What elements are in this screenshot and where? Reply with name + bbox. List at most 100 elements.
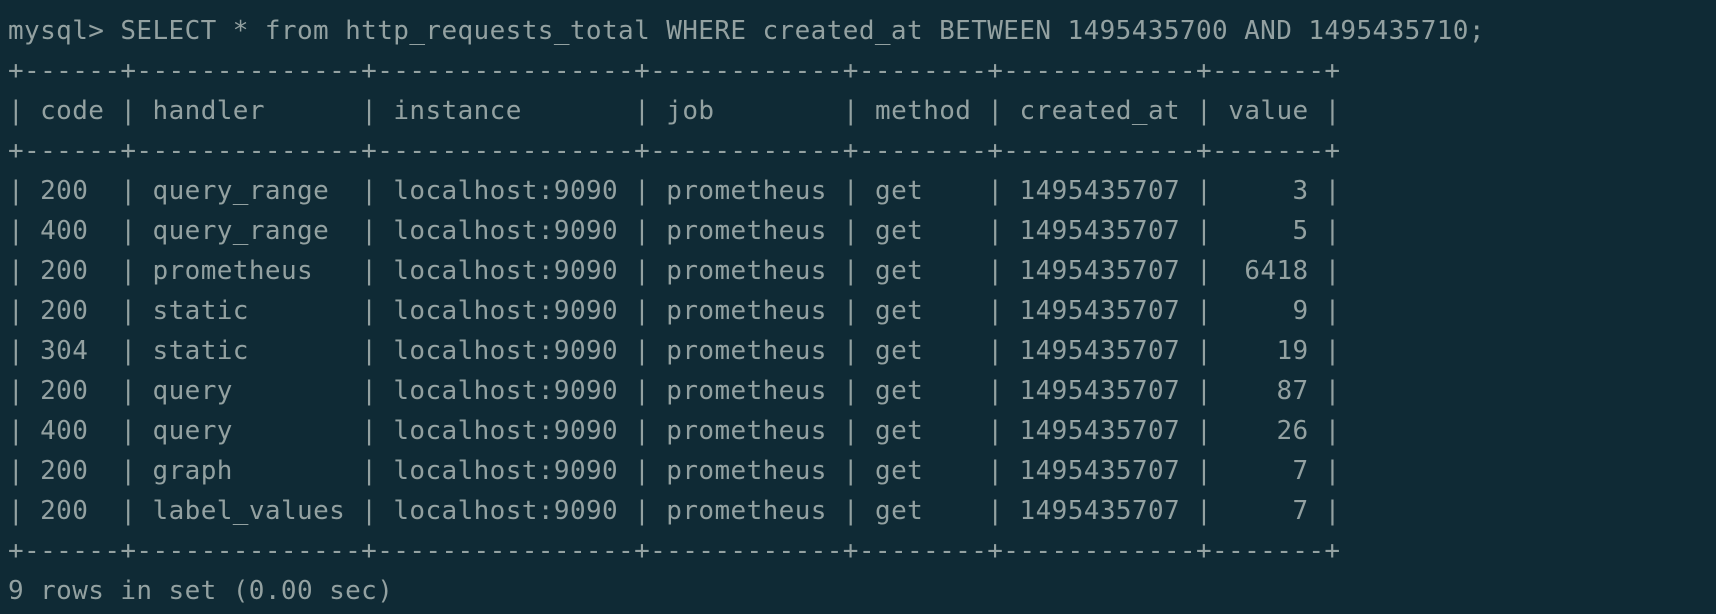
sql-command: SELECT * from http_requests_total WHERE … [120, 16, 1485, 46]
cell-created-at: 1495435707 [1019, 296, 1181, 326]
column-separator: | [1196, 216, 1213, 246]
cell-handler: query [152, 376, 346, 406]
cell-method: get [875, 456, 972, 486]
column-separator: | [1196, 96, 1213, 126]
column-separator: | [120, 416, 137, 446]
column-separator: | [634, 416, 651, 446]
column-separator: | [120, 496, 137, 526]
cell-code: 200 [40, 496, 105, 526]
cell-created-at: 1495435707 [1019, 456, 1181, 486]
table-bottom-border: +------+--------------+----------------+… [8, 536, 1341, 566]
cell-handler: query_range [152, 176, 346, 206]
table-row: | 200 | label_values | localhost:9090 | … [8, 491, 1708, 531]
cell-instance: localhost:9090 [393, 256, 619, 286]
column-separator: | [361, 456, 378, 486]
terminal-output[interactable]: mysql> SELECT * from http_requests_total… [8, 11, 1708, 607]
table-row: | 200 | query | localhost:9090 | prometh… [8, 371, 1708, 411]
cell-job: prometheus [666, 176, 827, 206]
column-separator: | [8, 336, 25, 366]
column-separator: | [1324, 176, 1341, 206]
cell-value: 5 [1228, 216, 1309, 246]
header-cell-method: method [875, 96, 972, 126]
column-separator: | [842, 456, 859, 486]
table-row: | 200 | query_range | localhost:9090 | p… [8, 171, 1708, 211]
cell-created-at: 1495435707 [1019, 376, 1181, 406]
column-separator: | [1196, 176, 1213, 206]
column-separator: | [842, 256, 859, 286]
column-separator: | [842, 496, 859, 526]
column-separator: | [361, 176, 378, 206]
column-separator: | [1324, 296, 1341, 326]
cell-handler: static [152, 296, 346, 326]
cell-created-at: 1495435707 [1019, 256, 1181, 286]
cell-created-at: 1495435707 [1019, 496, 1181, 526]
cell-created-at: 1495435707 [1019, 416, 1181, 446]
column-separator: | [987, 336, 1004, 366]
column-separator: | [987, 496, 1004, 526]
column-separator: | [634, 296, 651, 326]
column-separator: | [120, 96, 137, 126]
column-separator: | [842, 296, 859, 326]
column-separator: | [842, 216, 859, 246]
column-separator: | [1324, 216, 1341, 246]
cell-code: 200 [40, 456, 105, 486]
cell-instance: localhost:9090 [393, 296, 619, 326]
cell-handler: prometheus [152, 256, 346, 286]
cell-value: 87 [1228, 376, 1309, 406]
cell-code: 400 [40, 416, 105, 446]
cell-method: get [875, 296, 972, 326]
cell-handler: query [152, 416, 346, 446]
column-separator: | [987, 216, 1004, 246]
table-body: | 200 | query_range | localhost:9090 | p… [8, 171, 1708, 531]
column-separator: | [1196, 456, 1213, 486]
column-separator: | [842, 376, 859, 406]
column-separator: | [120, 256, 137, 286]
column-separator: | [1324, 496, 1341, 526]
cell-code: 400 [40, 216, 105, 246]
cell-code: 200 [40, 296, 105, 326]
column-separator: | [8, 256, 25, 286]
header-cell-instance: instance [393, 96, 619, 126]
cell-code: 200 [40, 176, 105, 206]
cell-instance: localhost:9090 [393, 376, 619, 406]
column-separator: | [1196, 336, 1213, 366]
header-cell-value: value [1228, 96, 1309, 126]
column-separator: | [1196, 256, 1213, 286]
cell-value: 26 [1228, 416, 1309, 446]
column-separator: | [1324, 256, 1341, 286]
cell-handler: query_range [152, 216, 346, 246]
table-row: | 200 | graph | localhost:9090 | prometh… [8, 451, 1708, 491]
column-separator: | [842, 416, 859, 446]
column-separator: | [120, 216, 137, 246]
column-separator: | [1324, 96, 1341, 126]
column-separator: | [1196, 416, 1213, 446]
cell-instance: localhost:9090 [393, 336, 619, 366]
column-separator: | [1196, 496, 1213, 526]
cell-job: prometheus [666, 256, 827, 286]
column-separator: | [842, 336, 859, 366]
column-separator: | [1324, 376, 1341, 406]
column-separator: | [120, 376, 137, 406]
column-separator: | [1324, 416, 1341, 446]
cell-code: 200 [40, 256, 105, 286]
cell-value: 7 [1228, 456, 1309, 486]
cell-code: 200 [40, 376, 105, 406]
table-header: | code | handler | instance | job | meth… [8, 91, 1708, 131]
column-separator: | [1324, 456, 1341, 486]
column-separator: | [987, 376, 1004, 406]
column-separator: | [120, 456, 137, 486]
header-cell-job: job [666, 96, 827, 126]
column-separator: | [634, 376, 651, 406]
table-row: | 400 | query_range | localhost:9090 | p… [8, 211, 1708, 251]
header-cell-handler: handler [152, 96, 346, 126]
column-separator: | [361, 496, 378, 526]
column-separator: | [987, 176, 1004, 206]
cell-method: get [875, 416, 972, 446]
column-separator: | [361, 376, 378, 406]
column-separator: | [987, 256, 1004, 286]
cell-instance: localhost:9090 [393, 496, 619, 526]
column-separator: | [8, 496, 25, 526]
column-separator: | [634, 256, 651, 286]
cell-created-at: 1495435707 [1019, 336, 1181, 366]
cell-instance: localhost:9090 [393, 216, 619, 246]
